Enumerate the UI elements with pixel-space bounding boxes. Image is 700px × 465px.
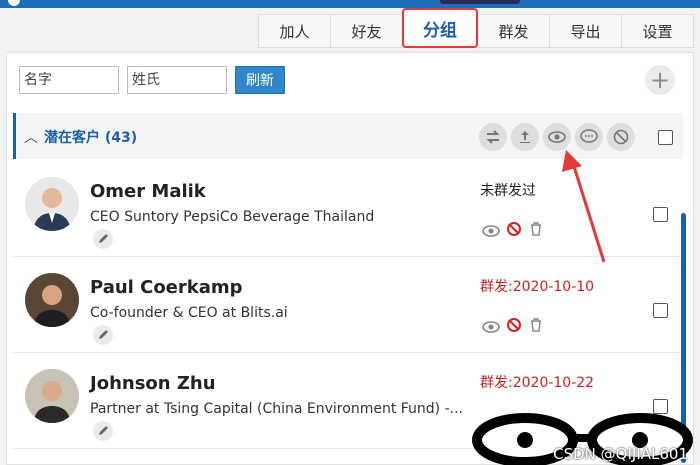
tab-settings[interactable]: 设置: [621, 14, 694, 48]
last-name-input[interactable]: [127, 66, 227, 94]
trash-icon[interactable]: [528, 221, 544, 241]
avatar: [25, 273, 79, 327]
contact-row: Omer Malik CEO Suntory PepsiCo Beverage …: [13, 163, 679, 257]
contact-row: Paul Coerkamp Co-founder & CEO at Blits.…: [13, 259, 679, 353]
main-tabs: 加人 好友 分组 群发 导出 设置: [258, 8, 694, 48]
avatar: [25, 369, 79, 423]
tab-export[interactable]: 导出: [549, 14, 622, 48]
edit-icon[interactable]: [93, 421, 113, 441]
tab-add-people[interactable]: 加人: [258, 14, 331, 48]
tab-friends[interactable]: 好友: [330, 14, 403, 48]
contact-checkbox[interactable]: [653, 207, 668, 222]
block-icon[interactable]: [506, 221, 522, 241]
window-title-bar: [0, 0, 700, 8]
eye-icon[interactable]: [482, 318, 500, 337]
eye-icon[interactable]: [543, 123, 571, 151]
contact-name[interactable]: Omer Malik: [90, 181, 206, 202]
contact-name[interactable]: Johnson Zhu: [90, 373, 216, 394]
block-icon[interactable]: [506, 317, 522, 337]
app-icon: [8, 0, 20, 6]
send-status: 群发:2020-10-10: [480, 279, 595, 295]
first-name-input[interactable]: [19, 66, 119, 94]
block-icon[interactable]: [607, 123, 635, 151]
eye-icon[interactable]: [482, 222, 500, 241]
contact-title: CEO Suntory PepsiCo Beverage Thailand: [90, 209, 375, 225]
add-group-button[interactable]: +: [645, 65, 675, 95]
edit-icon[interactable]: [93, 325, 113, 345]
group-select-checkbox[interactable]: [658, 130, 673, 145]
avatar: [25, 177, 79, 231]
refresh-button[interactable]: 刷新: [235, 66, 285, 94]
contact-title: Partner at Tsing Capital (China Environm…: [90, 401, 463, 417]
chevron-up-icon[interactable]: ︿: [24, 127, 38, 147]
send-status: 未群发过: [480, 183, 536, 199]
row-actions: [482, 317, 544, 337]
edit-icon[interactable]: [93, 229, 113, 249]
groups-panel: 刷新 + ︿ 潜在客户 (43) Omer Mal: [6, 52, 694, 465]
group-header[interactable]: ︿ 潜在客户 (43): [13, 113, 683, 159]
trash-icon[interactable]: [528, 317, 544, 337]
group-title: 潜在客户 (43): [44, 130, 138, 146]
title-bar-control: [440, 0, 520, 4]
swap-icon[interactable]: [479, 123, 507, 151]
tab-bulk-send[interactable]: 群发: [477, 14, 550, 48]
tab-groups[interactable]: 分组: [402, 8, 478, 48]
row-actions: [482, 221, 544, 241]
watermark: CSDN @QIJIAL601: [553, 445, 688, 463]
contact-checkbox[interactable]: [653, 303, 668, 318]
search-row: 刷新: [19, 66, 285, 94]
contact-title: Co-founder & CEO at Blits.ai: [90, 305, 288, 321]
send-status: 群发:2020-10-22: [480, 375, 595, 391]
contact-name[interactable]: Paul Coerkamp: [90, 277, 243, 298]
comment-icon[interactable]: [575, 123, 603, 151]
group-actions: [479, 123, 635, 151]
upload-icon[interactable]: [511, 123, 539, 151]
